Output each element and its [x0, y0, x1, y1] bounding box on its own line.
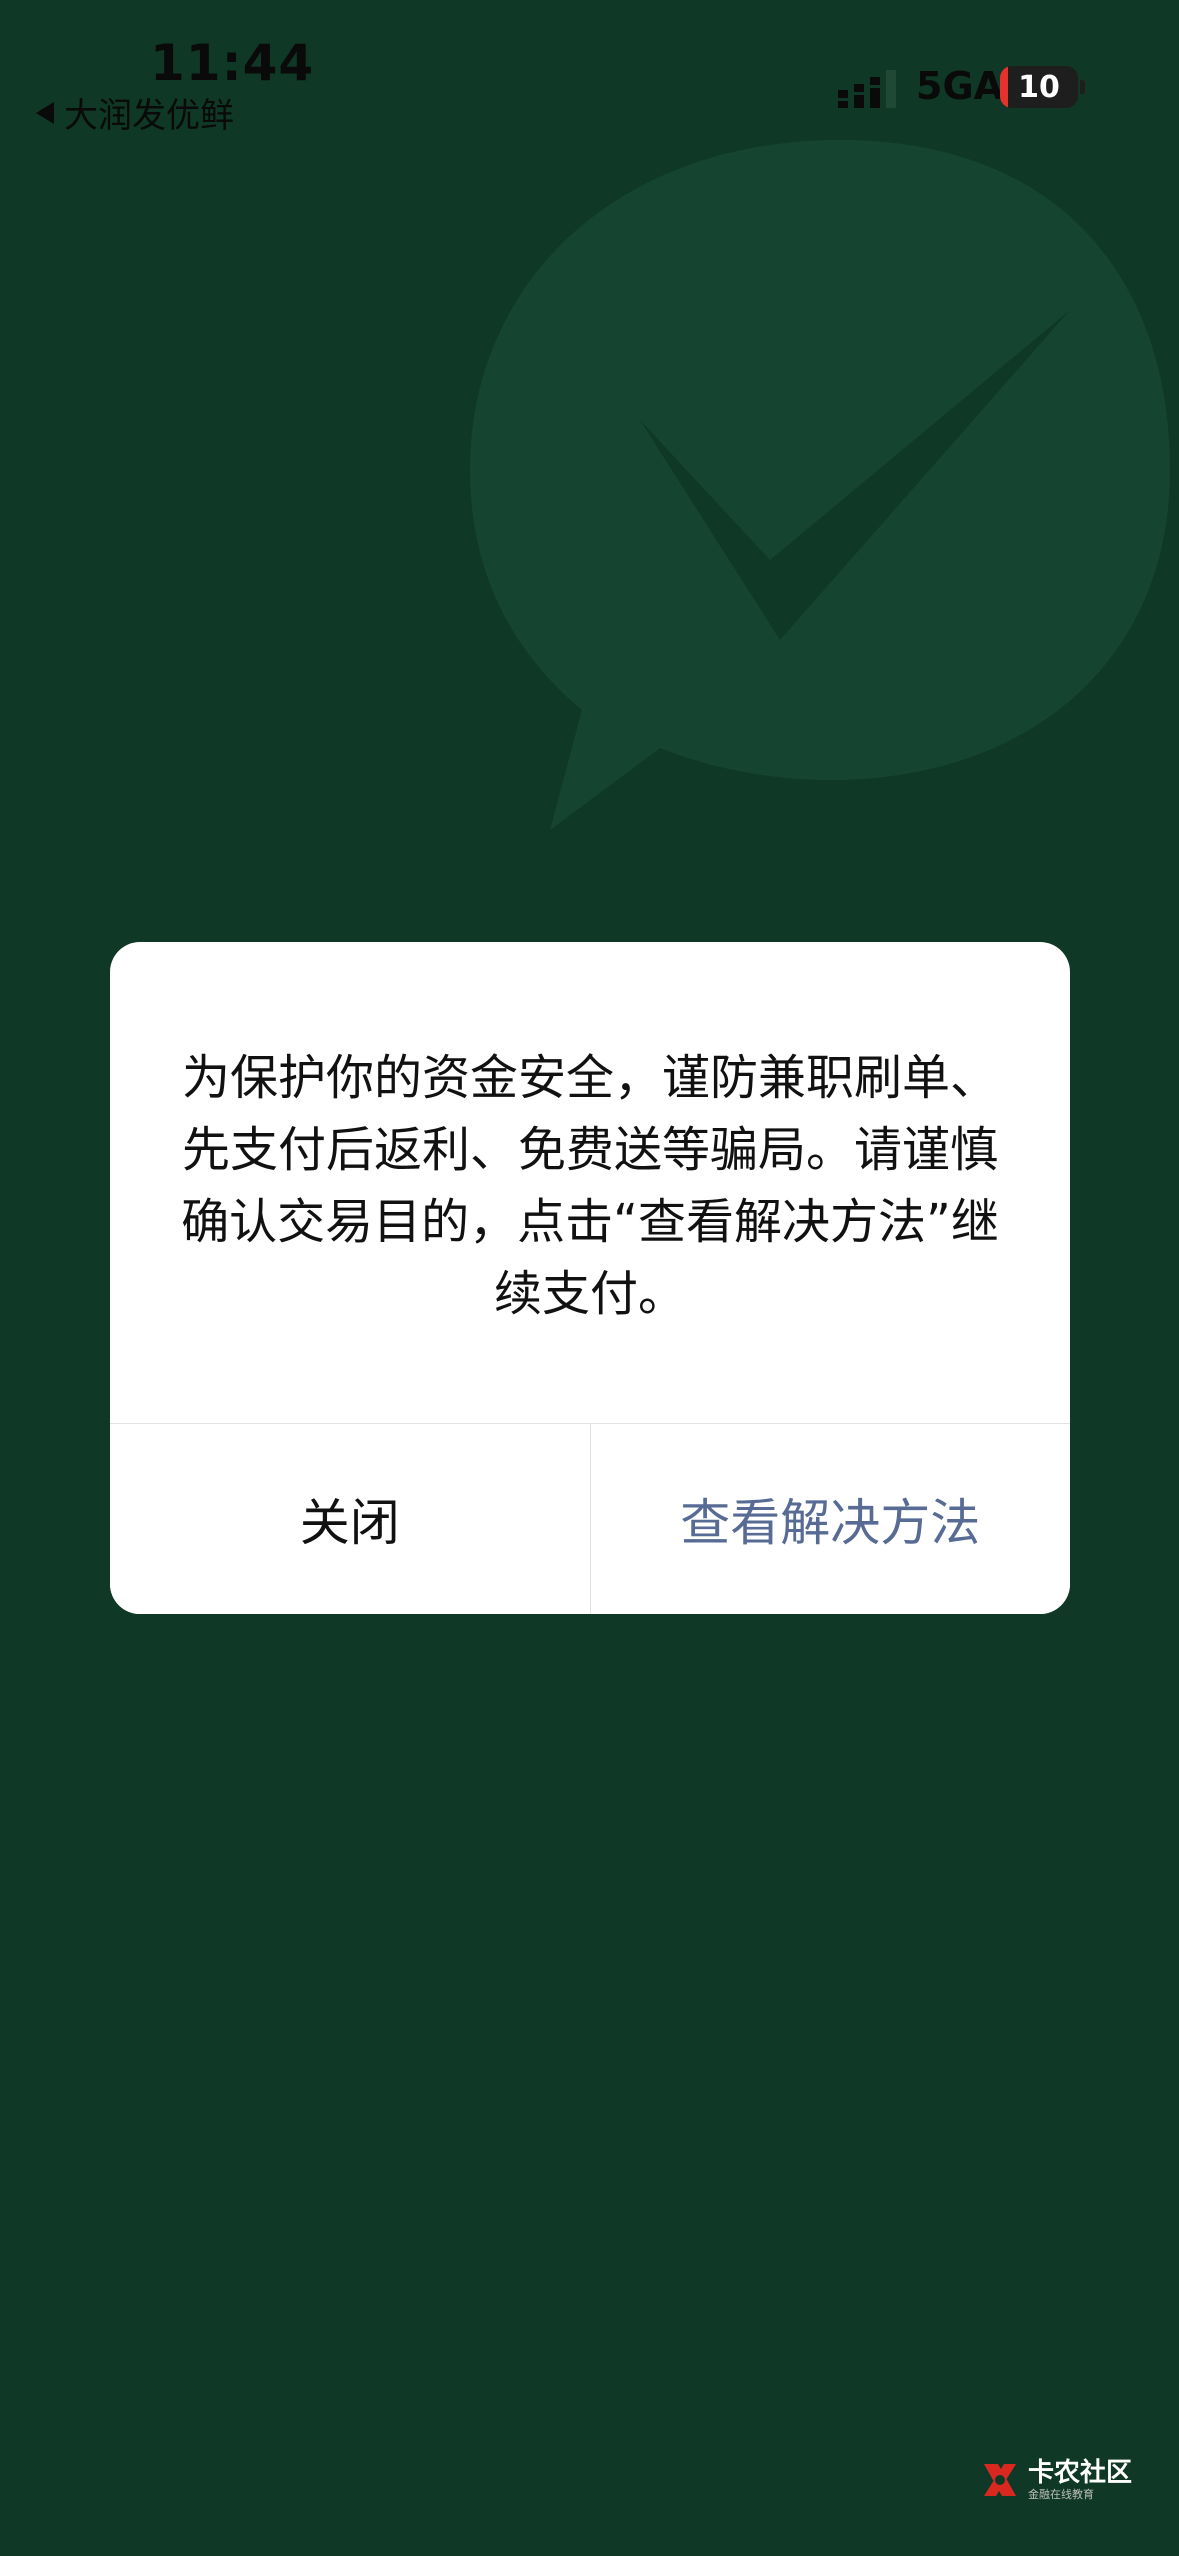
battery-indicator: 10 [1000, 66, 1078, 108]
battery-cap [1080, 80, 1085, 94]
logo-text: 卡农社区 金融在线教育 [1028, 2460, 1132, 2500]
security-warning-dialog: 为保护你的资金安全，谨防兼职刷单、先支付后返利、免费送等骗局。请谨慎确认交易目的… [110, 942, 1070, 1614]
network-type: 5GA [916, 64, 1004, 108]
back-arrow-icon [36, 101, 54, 124]
kanong-community-logo: 卡农社区 金融在线教育 [980, 2460, 1132, 2500]
logo-subtitle: 金融在线教育 [1028, 2488, 1094, 2501]
close-button[interactable]: 关闭 [110, 1424, 591, 1614]
kanong-logo-icon [984, 2464, 1016, 2496]
logo-title: 卡农社区 [1028, 2458, 1133, 2488]
view-solution-button[interactable]: 查看解决方法 [590, 1424, 1070, 1614]
wechat-pay-watermark-icon [470, 140, 1170, 830]
battery-level: 10 [1018, 69, 1060, 105]
back-to-app-link[interactable]: 大润发优鲜 [36, 88, 234, 137]
status-time: 11:44 [150, 34, 315, 92]
cellular-signal-icon [838, 70, 896, 108]
back-app-label: 大润发优鲜 [64, 96, 234, 136]
dialog-actions: 关闭 查看解决方法 [110, 1423, 1070, 1614]
payment-screen: 11:44 大润发优鲜 5GA 10 为保护你的资金安全，谨防兼职刷单、先支付后… [0, 0, 1179, 2556]
dialog-message: 为保护你的资金安全，谨防兼职刷单、先支付后返利、免费送等骗局。请谨慎确认交易目的… [181, 1050, 999, 1322]
